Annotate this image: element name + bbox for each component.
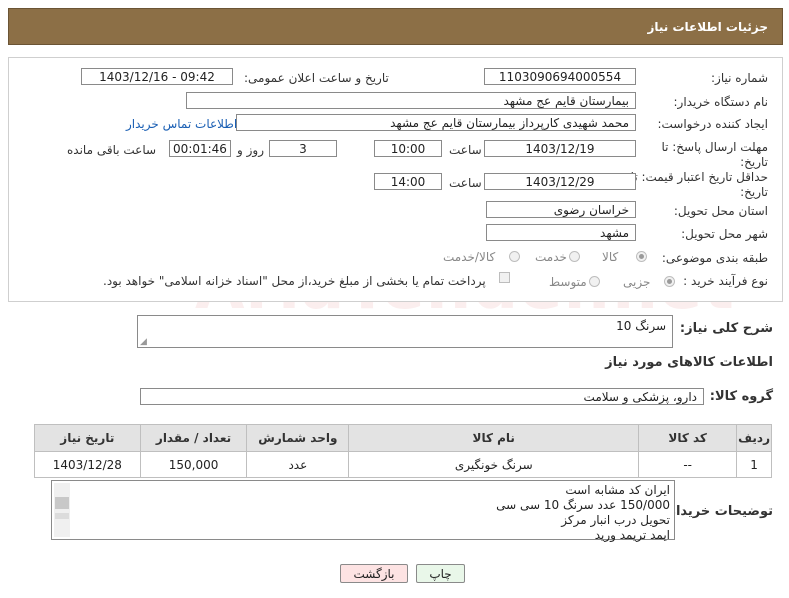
process-radio-minor[interactable] — [664, 276, 675, 287]
validity-time-label: ساعت — [449, 176, 482, 190]
notes-scrollbar[interactable] — [54, 483, 70, 537]
province-label: استان محل تحویل: — [673, 204, 768, 218]
treasury-payment-note: پرداخت تمام یا بخشی از مبلغ خرید،از محل … — [103, 274, 486, 288]
city-label: شهر محل تحویل: — [681, 227, 768, 241]
page-header: جزئیات اطلاعات نیاز — [8, 8, 783, 45]
creator-field: محمد شهیدی کارپرداز بیمارستان قایم عج مش… — [236, 114, 636, 131]
deadline-label-date: تاریخ: — [740, 155, 768, 169]
category-radio-service[interactable] — [569, 251, 580, 262]
goods-table: ردیف کد کالا نام کالا واحد شمارش تعداد /… — [34, 424, 772, 478]
deadline-label: مهلت ارسال پاسخ: تا — [661, 140, 768, 154]
process-label: نوع فرآیند خرید : — [683, 274, 768, 288]
print-button[interactable]: چاپ — [416, 564, 465, 583]
process-option-medium: متوسط — [549, 275, 587, 289]
cell-row-num: 1 — [736, 451, 772, 478]
validity-label: حداقل تاریخ اعتبار قیمت: تا — [630, 170, 768, 184]
validity-label-date: تاریخ: — [740, 185, 768, 199]
need-number-field: 1103090694000554 — [484, 68, 636, 85]
table-header-row: ردیف کد کالا نام کالا واحد شمارش تعداد /… — [34, 424, 772, 452]
remaining-label: ساعت باقی مانده — [67, 143, 157, 157]
category-option-service: خدمت — [535, 250, 567, 264]
treasury-payment-checkbox[interactable] — [499, 272, 510, 283]
province-field: خراسان رضوی — [486, 201, 636, 218]
announce-datetime-field: 1403/12/16 - 09:42 — [81, 68, 233, 85]
table-row: 1 -- سرنگ خونگیری عدد 150,000 1403/12/28 — [34, 451, 772, 478]
buyer-notes-text: ایران کد مشابه است 150/000 عدد سرنگ 10 س… — [496, 483, 670, 543]
validity-date-field: 1403/12/29 — [484, 173, 636, 190]
process-radio-medium[interactable] — [589, 276, 600, 287]
summary-label: شرح کلی نیاز: — [679, 321, 773, 336]
deadline-time-label: ساعت — [449, 143, 482, 157]
cell-unit: عدد — [246, 451, 350, 478]
col-header-unit: واحد شمارش — [246, 424, 350, 452]
cell-code: -- — [638, 451, 738, 478]
buyer-notes-label: توضیحات خریدار: — [663, 504, 773, 519]
need-number-label: شماره نیاز: — [711, 71, 768, 85]
col-header-quantity: تعداد / مقدار — [139, 424, 248, 452]
buyer-note-line: تحویل درب انبار مرکز — [561, 513, 670, 527]
buyer-org-label: نام دستگاه خریدار: — [673, 95, 769, 109]
col-header-name: نام کالا — [348, 424, 640, 452]
days-remaining-field: 3 — [269, 140, 337, 157]
goods-group-field: دارو، پزشکی و سلامت — [140, 388, 704, 405]
goods-section-title: اطلاعات کالاهای مورد نیاز — [605, 355, 773, 370]
process-option-minor: جزیی — [623, 275, 651, 289]
col-header-code: کد کالا — [638, 424, 738, 452]
validity-time-field: 14:00 — [374, 173, 442, 190]
category-radio-goods[interactable] — [636, 251, 647, 262]
resize-grip-icon: ◢ — [140, 337, 147, 347]
buyer-note-line: ایمد تریمد ورید — [594, 528, 670, 542]
back-button[interactable]: بازگشت — [340, 564, 408, 583]
category-option-goods-service: کالا/خدمت — [443, 250, 496, 264]
contact-info-link[interactable]: اطلاعات تماس خریدار — [126, 117, 237, 131]
buyer-note-line: 150/000 عدد سرنگ 10 سی سی — [496, 498, 670, 512]
goods-group-label: گروه کالا: — [709, 389, 773, 404]
remaining-time-field: 00:01:46 — [169, 140, 231, 157]
cell-name: سرنگ خونگیری — [348, 451, 640, 478]
buyer-note-line: ایران کد مشابه است — [565, 483, 670, 497]
page-title: جزئیات اطلاعات نیاز — [647, 20, 768, 34]
summary-field: سرنگ 10 ◢ — [137, 315, 673, 348]
creator-label: ایجاد کننده درخواست: — [657, 117, 768, 131]
category-label: طبقه بندی موضوعی: — [661, 251, 768, 265]
col-header-need-date: تاریخ نیاز — [34, 424, 141, 452]
cell-quantity: 150,000 — [139, 451, 248, 478]
announce-label: تاریخ و ساعت اعلان عمومی: — [244, 71, 389, 85]
category-radio-goods-service[interactable] — [509, 251, 520, 262]
days-label: روز و — [237, 143, 264, 157]
summary-text: سرنگ 10 — [616, 319, 666, 333]
city-field: مشهد — [486, 224, 636, 241]
buyer-notes-field[interactable]: ایران کد مشابه است 150/000 عدد سرنگ 10 س… — [51, 480, 675, 543]
deadline-date-field: 1403/12/19 — [484, 140, 636, 157]
category-option-goods: کالا — [602, 250, 619, 264]
deadline-time-field: 10:00 — [374, 140, 442, 157]
cell-need-date: 1403/12/28 — [34, 451, 141, 478]
col-header-row-num: ردیف — [736, 424, 772, 452]
buyer-org-field: بیمارستان قایم عج مشهد — [186, 92, 636, 109]
need-info-panel: شماره نیاز: 1103090694000554 تاریخ و ساع… — [8, 57, 783, 302]
